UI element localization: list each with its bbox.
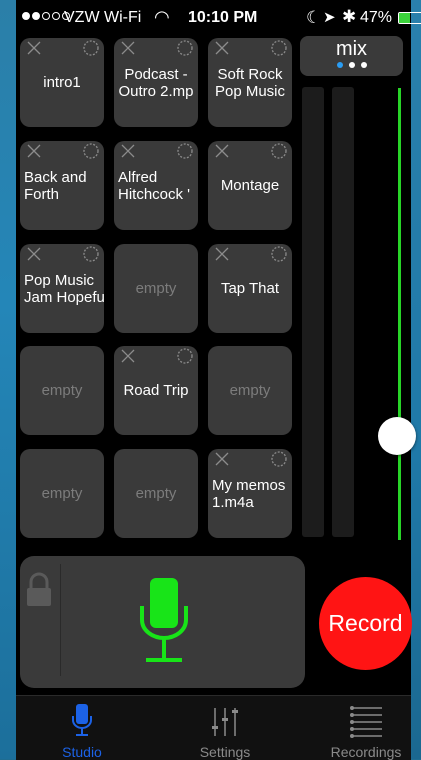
studio-mic-icon [72,704,92,736]
pad-label: Montage [220,177,280,194]
sound-pad[interactable]: intro1 [20,38,104,127]
empty-pad[interactable]: empty [208,346,292,435]
pad-label: intro1 [43,74,81,91]
carrier-label: VZW Wi-Fi [64,9,142,26]
status-bar: VZW Wi-Fi ◠ 10:10 PM ☾ ➤ ✱ 47% [16,0,421,36]
pad-label: Pop Music Jam Hopefu [24,271,104,306]
sound-pad[interactable]: Soft Rock Pop Music [208,38,292,127]
battery-percent: 47% [360,9,393,26]
wallpaper-right [411,0,421,759]
pad-label: empty [135,485,177,502]
do-not-disturb-icon: ☾ [306,8,322,27]
sound-pad[interactable]: Alfred Hitchcock ' [114,141,198,230]
battery-icon [398,12,421,24]
wallpaper-left [0,0,16,759]
list-icon [350,706,382,738]
sound-pad[interactable]: My memos 1.m4a [208,449,292,538]
sound-pad[interactable]: Podcast - Outro 2.mp [114,38,198,127]
pad-label: Road Trip [123,382,189,399]
panel-divider [60,564,61,676]
sound-pad[interactable]: Back and Forth [20,141,104,230]
empty-pad[interactable]: empty [114,244,198,333]
pad-label: empty [229,382,271,399]
volume-fader-track[interactable] [398,88,401,540]
pad-label: empty [41,485,83,502]
mix-title: mix [335,38,368,60]
empty-pad[interactable]: empty [114,449,198,538]
page-dot [360,62,367,68]
status-time: 10:10 PM [188,9,258,26]
tab-settings[interactable]: Settings [165,696,285,760]
record-button[interactable]: Record [319,577,412,670]
volume-fader-knob[interactable] [378,417,416,456]
page-dot [348,62,355,68]
pad-label: Tap That [220,280,280,297]
tab-bar: Studio Settings Recordings [16,695,411,760]
tab-studio[interactable]: Studio [22,696,142,760]
pad-label: Back and Forth [24,168,87,203]
sound-pad[interactable]: Tap That [208,244,292,333]
level-meter-right [332,87,354,537]
bluetooth-icon: ✱ [342,7,357,26]
sound-pad[interactable]: Pop Music Jam Hopefu [20,244,104,333]
empty-pad[interactable]: empty [20,449,104,538]
sound-pad[interactable]: Montage [208,141,292,230]
app-window: VZW Wi-Fi ◠ 10:10 PM ☾ ➤ ✱ 47% intro1 Pod… [16,0,421,760]
empty-pad[interactable]: empty [20,346,104,435]
page-indicator[interactable] [300,62,403,68]
lock-icon[interactable] [25,572,53,608]
pad-label: Alfred Hitchcock ' [118,168,191,203]
sound-pad[interactable]: Road Trip [114,346,198,435]
microphone-icon[interactable] [132,576,196,666]
mix-header[interactable]: mix [300,36,403,76]
tab-recordings[interactable]: Recordings [306,696,421,760]
level-meter-left [302,87,324,537]
pad-label: empty [41,382,83,399]
tab-label-recordings: Recordings [330,744,402,760]
pad-label: Podcast - Outro 2.mp [118,65,194,100]
location-icon: ➤ [323,9,336,26]
wifi-icon: ◠ [154,7,170,27]
pad-label: My memos 1.m4a [212,476,286,511]
tab-label-studio: Studio [62,744,102,760]
sliders-icon [212,708,238,736]
page-dot [336,62,343,68]
signal-dots [22,12,70,20]
tab-label-settings: Settings [199,744,251,760]
pad-label: empty [135,280,177,297]
pad-label: Soft Rock Pop Music [214,65,286,100]
